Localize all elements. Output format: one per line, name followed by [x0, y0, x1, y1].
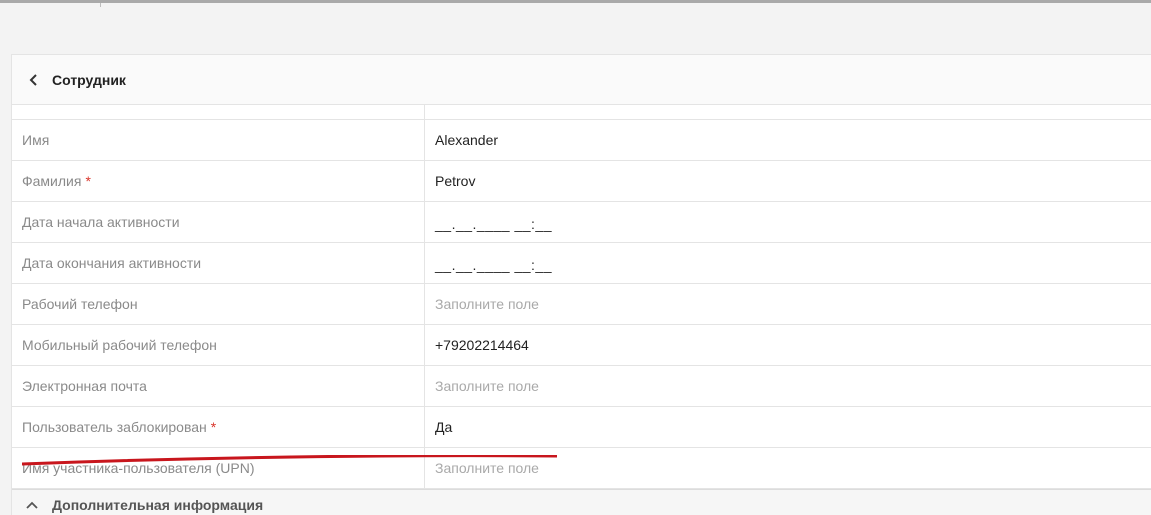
active-to-value: __.__.____ __:__ [435, 257, 552, 273]
form-row-work-phone: Рабочий телефон Заполните поле [12, 284, 1151, 325]
email-placeholder: Заполните поле [435, 378, 539, 394]
first-name-label: Имя [22, 132, 50, 148]
upn-label: Имя участника-пользователя (UPN) [22, 460, 255, 476]
first-name-field[interactable]: Alexander [425, 120, 1151, 160]
email-field[interactable]: Заполните поле [425, 366, 1151, 406]
field-label: Электронная почта [12, 366, 425, 406]
back-button[interactable] [26, 72, 42, 88]
mobile-phone-label: Мобильный рабочий телефон [22, 337, 217, 353]
form-row-first-name: Имя Alexander [12, 120, 1151, 161]
field-label: Дата начала активности [12, 202, 425, 242]
chevron-up-icon [26, 499, 38, 511]
blocked-label: Пользователь заблокирован [22, 419, 207, 435]
mobile-phone-field[interactable]: +79202214464 [425, 325, 1151, 365]
upn-field[interactable]: Заполните поле [425, 448, 1151, 488]
email-label: Электронная почта [22, 378, 147, 394]
field-label: Имя участника-пользователя (UPN) [12, 448, 425, 488]
required-marker: * [210, 419, 217, 435]
work-phone-field[interactable]: Заполните поле [425, 284, 1151, 324]
page-title: Сотрудник [52, 71, 126, 88]
tab-divider [100, 3, 101, 7]
field-label: Рабочий телефон [12, 284, 425, 324]
first-name-value: Alexander [435, 132, 499, 148]
field-label: Имя [12, 120, 425, 160]
active-from-field[interactable]: __.__.____ __:__ [425, 202, 1151, 242]
window-top-border [0, 0, 1151, 3]
active-from-label: Дата начала активности [22, 214, 180, 230]
active-from-value: __.__.____ __:__ [435, 216, 552, 232]
form-row-cut [12, 105, 1151, 120]
work-phone-placeholder: Заполните поле [435, 296, 539, 312]
form-row-upn: Имя участника-пользователя (UPN) Заполни… [12, 448, 1151, 489]
form-row-mobile-phone: Мобильный рабочий телефон +79202214464 [12, 325, 1151, 366]
work-phone-label: Рабочий телефон [22, 296, 138, 312]
blocked-value: Да [435, 419, 453, 435]
field-label: Мобильный рабочий телефон [12, 325, 425, 365]
form-row-blocked: Пользователь заблокирован * Да [12, 407, 1151, 448]
mobile-phone-value: +79202214464 [435, 337, 529, 353]
form-row-last-name: Фамилия * Petrov [12, 161, 1151, 202]
active-to-field[interactable]: __.__.____ __:__ [425, 243, 1151, 283]
employee-form: Имя Alexander Фамилия * Petrov Дата начал… [12, 105, 1151, 515]
last-name-value: Petrov [435, 173, 476, 189]
field-label: Фамилия * [12, 161, 425, 201]
field-label [12, 105, 425, 119]
field-label: Дата окончания активности [12, 243, 425, 283]
required-marker: * [85, 173, 91, 189]
form-row-active-from: Дата начала активности __.__.____ __:__ [12, 202, 1151, 243]
form-row-active-to: Дата окончания активности __.__.____ __:… [12, 243, 1151, 284]
section-additional-info[interactable]: Дополнительная информация [12, 489, 1151, 515]
last-name-field[interactable]: Petrov [425, 161, 1151, 201]
chevron-left-icon [29, 73, 37, 86]
last-name-label: Фамилия [22, 173, 82, 189]
section-title: Дополнительная информация [52, 496, 264, 513]
blocked-field[interactable]: Да [425, 407, 1151, 447]
card-header: Сотрудник [12, 55, 1151, 105]
active-to-label: Дата окончания активности [22, 255, 202, 271]
field-value [425, 105, 1151, 119]
employee-card: Сотрудник Имя Alexander Фамилия * Petrov … [11, 54, 1151, 515]
form-row-email: Электронная почта Заполните поле [12, 366, 1151, 407]
upn-placeholder: Заполните поле [435, 460, 539, 476]
field-label: Пользователь заблокирован * [12, 407, 425, 447]
